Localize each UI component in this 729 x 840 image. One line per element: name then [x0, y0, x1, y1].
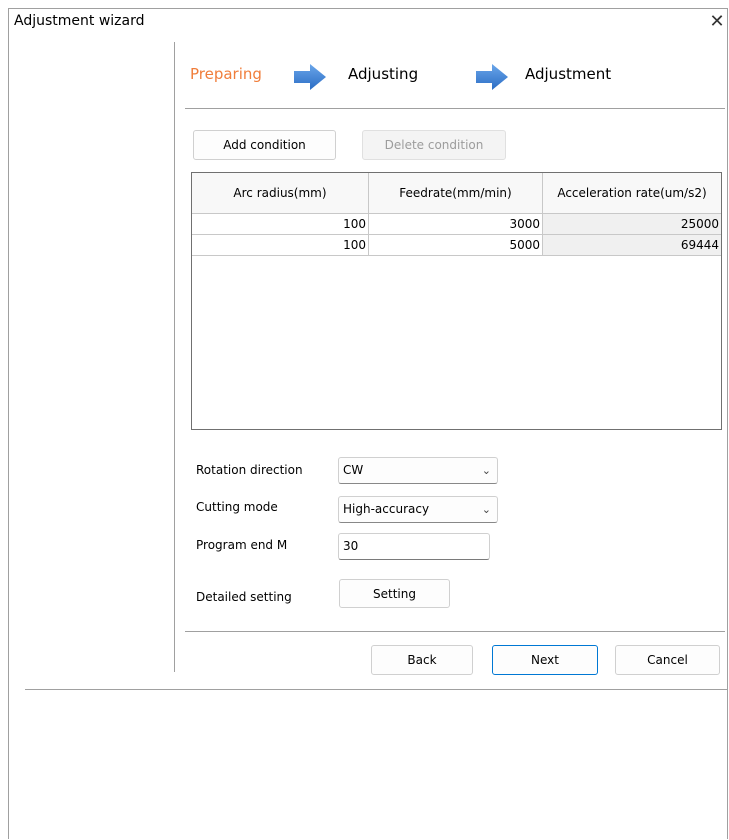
- setting-button[interactable]: Setting: [339, 579, 450, 608]
- cutting-mode-select[interactable]: High-accuracy ⌄: [338, 496, 498, 523]
- cancel-button[interactable]: Cancel: [615, 645, 720, 675]
- chevron-down-icon: ⌄: [481, 503, 491, 516]
- step-arrow-icon: [294, 64, 326, 90]
- back-button[interactable]: Back: [371, 645, 473, 675]
- next-button[interactable]: Next: [492, 645, 598, 675]
- side-panel-divider: [174, 42, 175, 672]
- rotation-direction-label: Rotation direction: [196, 463, 303, 477]
- header-separator: [185, 108, 725, 109]
- step-adjusting: Adjusting: [348, 65, 419, 83]
- cell-arc-radius[interactable]: 100: [192, 235, 369, 256]
- program-end-label: Program end M: [196, 538, 288, 552]
- column-header-arc-radius[interactable]: Arc radius(mm): [192, 173, 369, 214]
- step-adjustment: Adjustment: [525, 65, 612, 83]
- cell-feedrate[interactable]: 5000: [369, 235, 543, 256]
- column-header-acceleration[interactable]: Acceleration rate(um/s2): [543, 173, 721, 214]
- cutting-mode-label: Cutting mode: [196, 500, 278, 514]
- window-title: Adjustment wizard: [14, 13, 145, 29]
- bottom-separator: [25, 689, 728, 690]
- cell-arc-radius[interactable]: 100: [192, 214, 369, 235]
- cell-acceleration: 69444: [543, 235, 721, 256]
- footer-separator: [185, 631, 725, 632]
- chevron-down-icon: ⌄: [481, 464, 491, 477]
- cutting-mode-value: High-accuracy: [343, 502, 430, 516]
- step-arrow-icon: [476, 64, 508, 90]
- add-condition-button[interactable]: Add condition: [193, 130, 336, 160]
- delete-condition-button[interactable]: Delete condition: [362, 130, 506, 160]
- rotation-direction-select[interactable]: CW ⌄: [338, 457, 498, 484]
- column-header-feedrate[interactable]: Feedrate(mm/min): [369, 173, 543, 214]
- cell-feedrate[interactable]: 3000: [369, 214, 543, 235]
- cell-acceleration: 25000: [543, 214, 721, 235]
- step-preparing: Preparing: [190, 65, 262, 83]
- rotation-direction-value: CW: [343, 463, 364, 477]
- detailed-setting-label: Detailed setting: [196, 590, 292, 604]
- program-end-input[interactable]: 30: [338, 533, 490, 560]
- conditions-table: Arc radius(mm) Feedrate(mm/min) Accelera…: [191, 172, 722, 430]
- close-icon[interactable]: ✕: [706, 8, 728, 34]
